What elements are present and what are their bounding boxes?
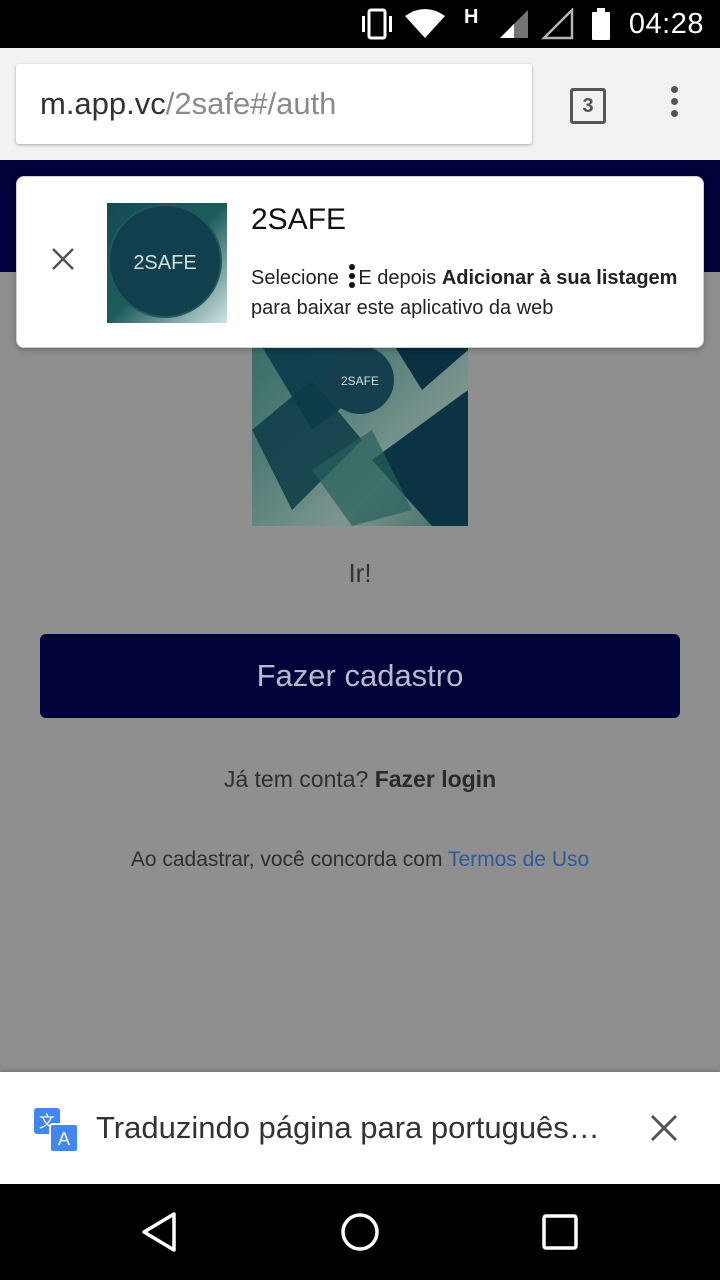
terms-notice: Ao cadastrar, você concorda com Termos d…: [0, 848, 720, 872]
tab-switcher-button[interactable]: 3: [570, 88, 606, 124]
translate-bar: 文 A Traduzindo página para português…: [0, 1072, 720, 1184]
navigation-bar: [0, 1184, 720, 1280]
go-text: Ir!: [348, 558, 372, 588]
login-prompt-text: Já tem conta?: [223, 766, 369, 792]
banner-description: Selecione E depois Adicionar à sua lista…: [251, 263, 691, 323]
app-icon: 2SAFE: [107, 203, 227, 323]
translate-status-text: Traduzindo página para português…: [96, 1110, 600, 1145]
signal-icon: [500, 10, 528, 38]
back-icon[interactable]: [136, 1208, 184, 1256]
battery-icon: [592, 8, 610, 40]
banner-desc-prefix: Selecione: [251, 267, 339, 289]
banner-title: 2SAFE: [251, 203, 347, 236]
banner-desc-bold: Adicionar à sua listagem: [441, 267, 678, 289]
home-icon[interactable]: [336, 1208, 384, 1256]
translate-icon: 文 A: [34, 1108, 78, 1152]
close-icon[interactable]: [47, 243, 79, 275]
url-host: m.app.vc: [40, 86, 166, 121]
url-path: /2safe#/auth: [165, 86, 337, 121]
hero-logo-text: 2SAFE: [341, 374, 379, 388]
vibrate-icon: [362, 8, 392, 40]
terms-prefix: Ao cadastrar, você concorda com: [130, 848, 443, 871]
signal-empty-icon: [540, 8, 574, 40]
browser-toolbar: m.app.vc/2safe#/auth 3: [0, 48, 720, 160]
banner-desc-suffix: para baixar este aplicativo da web: [251, 297, 554, 319]
svg-text:A: A: [58, 1129, 70, 1149]
login-prompt: Já tem conta? Fazer login: [0, 766, 720, 793]
close-icon[interactable]: [648, 1112, 680, 1144]
network-type-label: H: [464, 6, 479, 28]
app-icon-text: 2SAFE: [133, 252, 196, 274]
more-vert-icon: [348, 264, 356, 288]
url-bar[interactable]: m.app.vc/2safe#/auth: [16, 64, 532, 144]
status-bar: H 04:28: [0, 0, 720, 48]
signup-button[interactable]: Fazer cadastro: [40, 634, 680, 718]
banner-desc-middle: E depois: [358, 267, 437, 289]
login-link[interactable]: Fazer login: [375, 766, 496, 792]
recents-icon[interactable]: [536, 1208, 584, 1256]
more-vert-icon[interactable]: [662, 86, 686, 126]
install-banner: 2SAFE 2SAFE Selecione E depois Adicionar…: [16, 176, 704, 348]
terms-link[interactable]: Termos de Uso: [448, 848, 589, 871]
url-text[interactable]: m.app.vc/2safe#/auth: [40, 86, 336, 122]
clock: 04:28: [628, 8, 704, 40]
wifi-icon: [405, 9, 445, 38]
